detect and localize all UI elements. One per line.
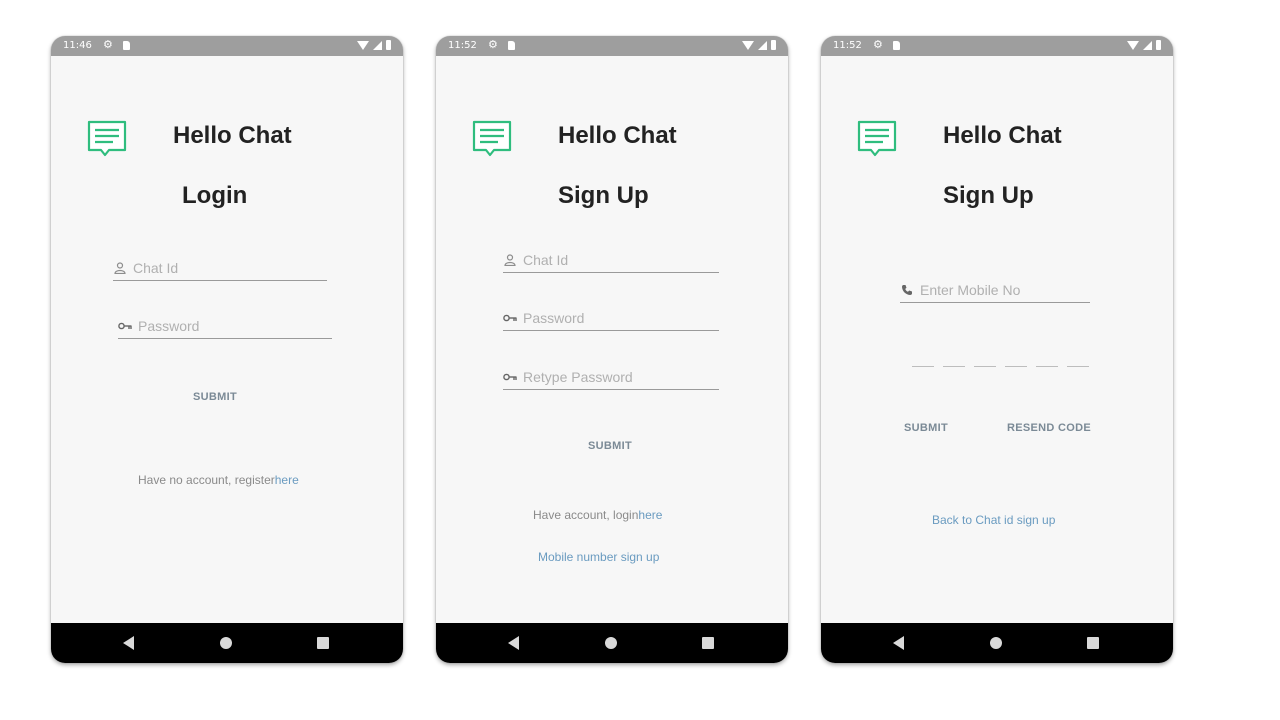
settings-icon: ⚙ bbox=[488, 39, 498, 51]
submit-button[interactable]: SUBMIT bbox=[588, 440, 632, 452]
chat-id-placeholder: Chat Id bbox=[523, 252, 569, 268]
navigation-bar bbox=[821, 623, 1173, 663]
app-title: Hello Chat bbox=[943, 122, 1062, 149]
key-icon bbox=[118, 322, 132, 330]
wifi-icon bbox=[1127, 40, 1139, 50]
chat-logo-icon bbox=[857, 120, 897, 157]
login-link[interactable]: here bbox=[638, 508, 662, 522]
resend-code-button[interactable]: RESEND CODE bbox=[1007, 422, 1091, 434]
login-prompt: Have account, loginhere bbox=[533, 508, 662, 522]
status-bar: 11:46 ⚙ bbox=[51, 36, 403, 56]
recent-apps-icon[interactable] bbox=[317, 637, 329, 649]
status-time: 11:52 bbox=[833, 40, 862, 51]
navigation-bar bbox=[51, 623, 403, 663]
chat-id-field[interactable]: Chat Id bbox=[113, 256, 327, 281]
status-time: 11:46 bbox=[63, 40, 92, 51]
password-placeholder: Password bbox=[138, 318, 200, 334]
signup-screen: 11:52 ⚙ Hello Chat Sign Up Chat Id Passw… bbox=[436, 36, 788, 663]
back-icon[interactable] bbox=[508, 636, 519, 650]
sd-card-icon bbox=[123, 41, 130, 50]
page-title: Sign Up bbox=[943, 182, 1034, 209]
app-title: Hello Chat bbox=[558, 122, 677, 149]
login-prompt-text: Have account, login bbox=[533, 508, 639, 522]
settings-icon: ⚙ bbox=[103, 39, 113, 51]
wifi-icon bbox=[742, 40, 754, 50]
signal-icon bbox=[1143, 40, 1152, 50]
sd-card-icon bbox=[508, 41, 515, 50]
battery-icon bbox=[1156, 40, 1161, 50]
password-field[interactable]: Password bbox=[503, 306, 719, 331]
mobile-number-field[interactable]: Enter Mobile No bbox=[900, 278, 1090, 303]
wifi-icon bbox=[357, 40, 369, 50]
battery-icon bbox=[771, 40, 776, 50]
app-title: Hello Chat bbox=[173, 122, 292, 149]
code-digit-4[interactable] bbox=[1005, 366, 1027, 367]
password-placeholder: Password bbox=[523, 310, 585, 326]
sd-card-icon bbox=[893, 41, 900, 50]
chat-logo-icon bbox=[472, 120, 512, 157]
back-icon[interactable] bbox=[893, 636, 904, 650]
person-icon bbox=[503, 254, 517, 266]
password-field[interactable]: Password bbox=[118, 314, 332, 339]
back-icon[interactable] bbox=[123, 636, 134, 650]
key-icon bbox=[503, 373, 517, 381]
status-icons bbox=[1127, 40, 1161, 50]
signal-icon bbox=[758, 40, 767, 50]
person-icon bbox=[113, 262, 127, 274]
back-to-chat-id-signup-link[interactable]: Back to Chat id sign up bbox=[932, 513, 1055, 527]
navigation-bar bbox=[436, 623, 788, 663]
code-digit-5[interactable] bbox=[1036, 366, 1058, 367]
register-link[interactable]: here bbox=[275, 473, 299, 487]
retype-password-placeholder: Retype Password bbox=[523, 369, 633, 385]
home-icon[interactable] bbox=[605, 637, 617, 649]
signal-icon bbox=[373, 40, 382, 50]
code-digit-3[interactable] bbox=[974, 366, 996, 367]
code-digit-2[interactable] bbox=[943, 366, 965, 367]
submit-button[interactable]: SUBMIT bbox=[904, 422, 948, 434]
mobile-number-placeholder: Enter Mobile No bbox=[920, 282, 1021, 298]
home-icon[interactable] bbox=[990, 637, 1002, 649]
status-bar: 11:52 ⚙ bbox=[436, 36, 788, 56]
login-screen: 11:46 ⚙ Hello Chat Login Chat Id Passwor… bbox=[51, 36, 403, 663]
chat-id-field[interactable]: Chat Id bbox=[503, 248, 719, 273]
retype-password-field[interactable]: Retype Password bbox=[503, 365, 719, 390]
settings-icon: ⚙ bbox=[873, 39, 883, 51]
mobile-signup-screen: 11:52 ⚙ Hello Chat Sign Up Enter Mobile … bbox=[821, 36, 1173, 663]
status-icons bbox=[357, 40, 391, 50]
code-digit-1[interactable] bbox=[912, 366, 934, 367]
recent-apps-icon[interactable] bbox=[702, 637, 714, 649]
register-prompt: Have no account, registerhere bbox=[138, 473, 299, 487]
page-title: Sign Up bbox=[558, 182, 649, 209]
page-title: Login bbox=[182, 182, 248, 209]
recent-apps-icon[interactable] bbox=[1087, 637, 1099, 649]
chat-logo-icon bbox=[87, 120, 127, 157]
phone-icon bbox=[900, 284, 914, 296]
battery-icon bbox=[386, 40, 391, 50]
home-icon[interactable] bbox=[220, 637, 232, 649]
submit-button[interactable]: SUBMIT bbox=[193, 391, 237, 403]
status-bar: 11:52 ⚙ bbox=[821, 36, 1173, 56]
key-icon bbox=[503, 314, 517, 322]
mobile-signup-link[interactable]: Mobile number sign up bbox=[538, 550, 659, 564]
status-time: 11:52 bbox=[448, 40, 477, 51]
chat-id-placeholder: Chat Id bbox=[133, 260, 179, 276]
code-digit-6[interactable] bbox=[1067, 366, 1089, 367]
register-prompt-text: Have no account, register bbox=[138, 473, 275, 487]
status-icons bbox=[742, 40, 776, 50]
